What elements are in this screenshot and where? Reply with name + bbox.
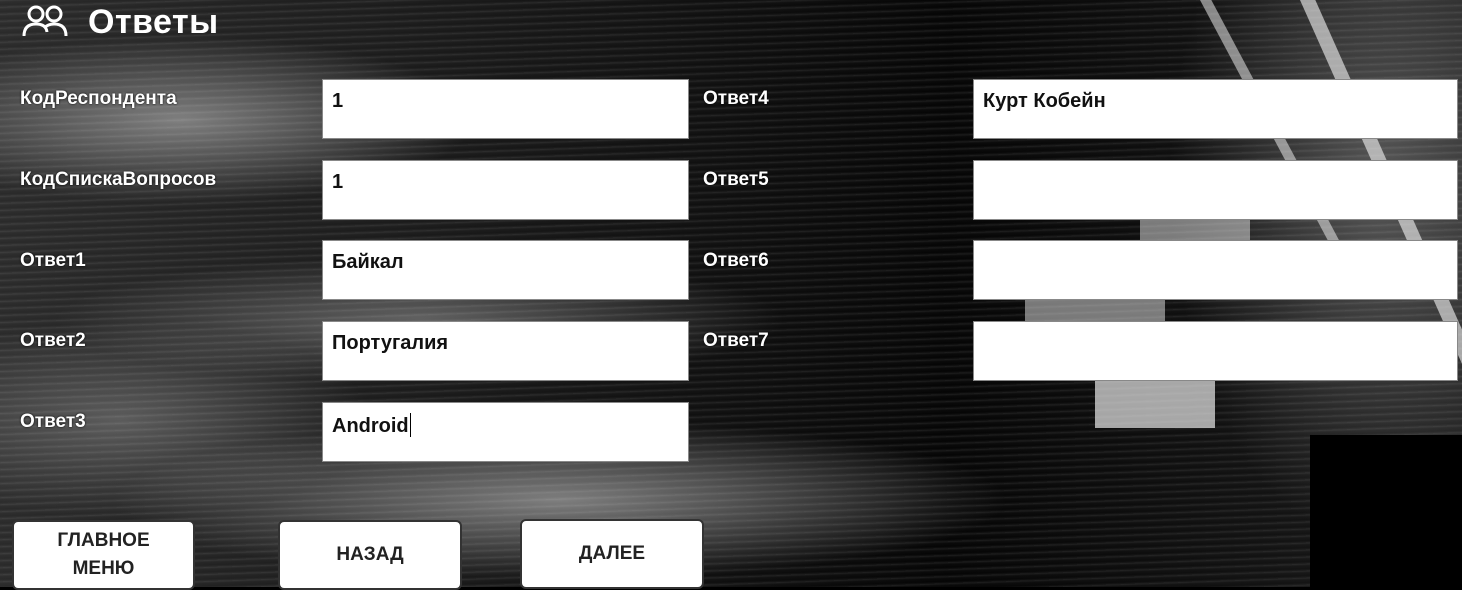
answer2-input[interactable]: Португалия — [322, 321, 689, 381]
question-list-code-label: КодСпискаВопросов — [20, 169, 217, 190]
answer3-value: Android — [332, 415, 409, 437]
respondent-code-label: КодРеспондента — [20, 88, 177, 109]
answer3-label: Ответ3 — [20, 411, 86, 432]
back-button[interactable]: НАЗАД — [278, 520, 462, 590]
answer6-input[interactable] — [973, 240, 1458, 300]
respondent-code-input[interactable]: 1 — [322, 79, 689, 139]
main-menu-button[interactable]: ГЛАВНОЕ МЕНЮ — [12, 520, 195, 590]
answer4-label: Ответ4 — [703, 88, 769, 109]
answer4-input[interactable]: Курт Кобейн — [973, 79, 1458, 139]
answer6-label: Ответ6 — [703, 250, 769, 271]
answer3-input[interactable]: Android — [322, 402, 689, 462]
background-streak — [1095, 380, 1215, 428]
answer5-input[interactable] — [973, 160, 1458, 220]
background-streak — [1140, 220, 1250, 240]
next-button[interactable]: ДАЛЕЕ — [520, 519, 704, 589]
text-caret — [409, 413, 411, 437]
next-button-label: ДАЛЕЕ — [578, 543, 646, 564]
form-header: Ответы — [18, 2, 219, 42]
question-list-code-input[interactable]: 1 — [322, 160, 689, 220]
answer2-label: Ответ2 — [20, 330, 86, 351]
answer5-label: Ответ5 — [703, 169, 769, 190]
back-button-label: НАЗАД — [336, 544, 404, 565]
main-menu-button-label-line2: МЕНЮ — [72, 558, 135, 579]
background-dark-block — [1310, 435, 1462, 587]
answer1-label: Ответ1 — [20, 250, 86, 271]
answer1-input[interactable]: Байкал — [322, 240, 689, 300]
users-icon — [18, 4, 72, 40]
answer7-input[interactable] — [973, 321, 1458, 381]
answer7-label: Ответ7 — [703, 330, 769, 351]
page-title: Ответы — [88, 2, 219, 41]
background-streak — [1025, 300, 1165, 322]
main-menu-button-label-line1: ГЛАВНОЕ — [57, 530, 150, 551]
